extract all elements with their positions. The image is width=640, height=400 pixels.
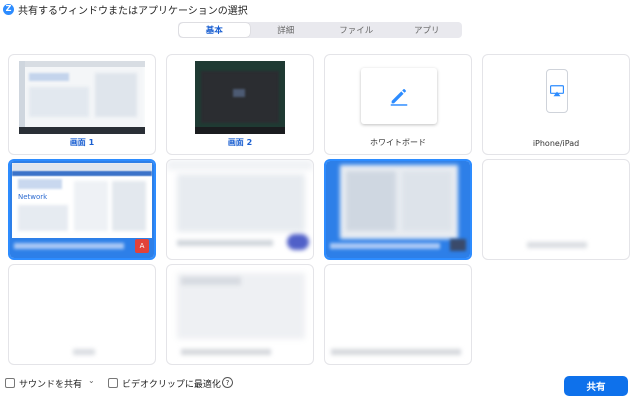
window-card-acrobat[interactable]: Network A [8, 159, 156, 260]
blurred-app-icon [287, 234, 309, 250]
window-card-2[interactable] [166, 159, 314, 260]
pencil-icon [390, 89, 408, 106]
iphone-ipad-label: iPhone/iPad [532, 139, 580, 148]
window-card-6[interactable] [166, 264, 314, 365]
window-card-5[interactable] [8, 264, 156, 365]
zoom-app-icon: Z [3, 3, 14, 15]
network-text: Network [18, 193, 48, 201]
screen-2-card[interactable]: 画面 2 [166, 54, 314, 155]
tab-advanced[interactable]: 詳細 [251, 22, 322, 38]
help-icon[interactable]: ? [222, 377, 233, 388]
screen-2-thumbnail [195, 61, 285, 134]
window-card-3[interactable] [324, 159, 472, 260]
whiteboard-card[interactable]: ホワイトボード [324, 54, 472, 155]
screen-1-thumbnail [19, 61, 145, 134]
tab-apps[interactable]: アプリ [392, 22, 463, 38]
share-tabs: 基本 詳細 ファイル アプリ [178, 22, 462, 38]
bottom-bar: サウンドを共有 ⌄ ビデオクリップに最適化 ? 共有 [0, 372, 640, 400]
optimize-video-checkbox[interactable] [108, 378, 118, 388]
acrobat-icon: A [135, 239, 149, 253]
airplay-icon [550, 85, 564, 97]
optimize-video-label: ビデオクリップに最適化 [122, 380, 221, 390]
screen-2-label: 画面 2 [227, 138, 253, 147]
iphone-ipad-card[interactable]: iPhone/iPad [482, 54, 630, 155]
title-bar: Z 共有するウィンドウまたはアプリケーションの選択 [0, 0, 640, 18]
window-card-7[interactable] [324, 264, 472, 365]
chevron-down-icon[interactable]: ⌄ [88, 376, 95, 385]
window-card-4[interactable] [482, 159, 630, 260]
iphone-preview [546, 69, 568, 113]
whiteboard-preview [361, 68, 437, 124]
share-sound-checkbox[interactable] [5, 378, 15, 388]
share-sound-label: サウンドを共有 [19, 380, 83, 390]
screen-1-card[interactable]: 画面 1 [8, 54, 156, 155]
tab-basic[interactable]: 基本 [179, 23, 250, 37]
blurred-window-title [14, 243, 124, 249]
whiteboard-label: ホワイトボード [370, 138, 426, 147]
screen-1-label: 画面 1 [69, 138, 95, 147]
share-button[interactable]: 共有 [564, 376, 628, 396]
tab-files[interactable]: ファイル [321, 22, 392, 38]
acrobat-window-thumbnail: Network [12, 163, 152, 238]
window-title: 共有するウィンドウまたはアプリケーションの選択 [18, 5, 248, 17]
